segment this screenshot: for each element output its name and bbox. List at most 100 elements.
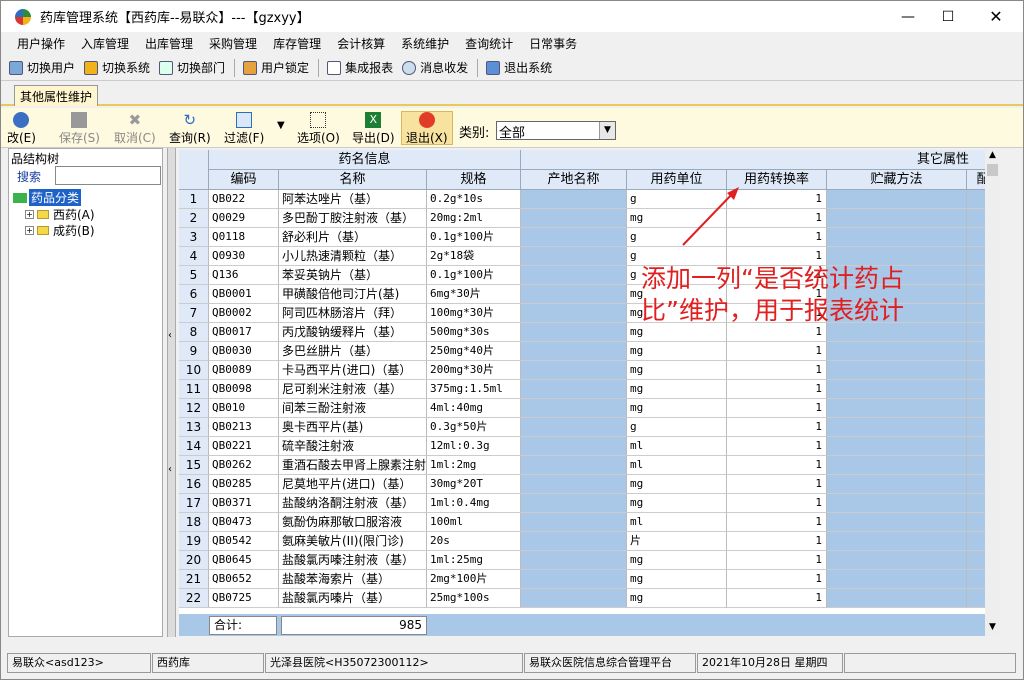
cell-spec[interactable]: 0.3g*50片 — [427, 418, 521, 437]
cell-rate[interactable]: 1 — [727, 456, 827, 475]
tree-item-patent[interactable]: + 成药(B) — [25, 222, 95, 239]
menu-outbound[interactable]: 出库管理 — [139, 35, 199, 52]
cell-code[interactable]: QB0725 — [209, 589, 279, 608]
table-row[interactable]: 18 QB0473 氨酚伪麻那敏口服溶液 100ml ml 1 — [179, 513, 1000, 532]
switch-system-button[interactable]: 切换系统 — [84, 59, 150, 76]
cell-origin[interactable] — [521, 228, 627, 247]
table-row[interactable]: 1 QB022 阿苯达唑片（基） 0.2g*10s g 1 — [179, 190, 1000, 209]
message-button[interactable]: 消息收发 — [402, 59, 468, 76]
cell-code[interactable]: Q0118 — [209, 228, 279, 247]
cell-origin[interactable] — [521, 209, 627, 228]
expand-icon[interactable]: + — [25, 210, 34, 219]
lock-user-button[interactable]: 用户锁定 — [243, 59, 309, 76]
cell-rate[interactable]: 1 — [727, 475, 827, 494]
cell-storage[interactable] — [827, 342, 967, 361]
cell-spec[interactable]: 12ml:0.3g — [427, 437, 521, 456]
cell-code[interactable]: QB0645 — [209, 551, 279, 570]
table-row[interactable]: 14 QB0221 硫辛酸注射液 12ml:0.3g ml 1 — [179, 437, 1000, 456]
cell-origin[interactable] — [521, 285, 627, 304]
query-button[interactable]: ↻ 查询(R) — [169, 112, 211, 146]
table-row[interactable]: 10 QB0089 卡马西平片(进口)（基） 200mg*30片 mg 1 — [179, 361, 1000, 380]
cell-storage[interactable] — [827, 475, 967, 494]
cell-storage[interactable] — [827, 532, 967, 551]
cell-unit[interactable]: mg — [627, 380, 727, 399]
switch-dept-button[interactable]: 切换部门 — [159, 59, 225, 76]
cell-origin[interactable] — [521, 342, 627, 361]
header-name[interactable]: 名称 — [279, 170, 427, 190]
cell-spec[interactable]: 25mg*100s — [427, 589, 521, 608]
cell-name[interactable]: 多巴酚丁胺注射液（基） — [279, 209, 427, 228]
expand-icon[interactable]: + — [25, 226, 34, 235]
cell-spec[interactable]: 0.1g*100片 — [427, 228, 521, 247]
tree-root[interactable]: 药品分类 — [13, 189, 82, 206]
cell-unit[interactable]: ml — [627, 513, 727, 532]
cell-storage[interactable] — [827, 513, 967, 532]
cell-name[interactable]: 阿司匹林肠溶片（拜） — [279, 304, 427, 323]
maximize-button[interactable]: ☐ — [925, 1, 971, 32]
table-row[interactable]: 12 QB010 间苯三酚注射液 4ml:40mg mg 1 — [179, 399, 1000, 418]
cell-code[interactable]: Q0930 — [209, 247, 279, 266]
cell-rate[interactable]: 1 — [727, 513, 827, 532]
cell-name[interactable]: 奥卡西平片(基) — [279, 418, 427, 437]
options-button[interactable]: 选项(O) — [297, 112, 340, 146]
cell-code[interactable]: QB0017 — [209, 323, 279, 342]
cell-unit[interactable]: mg — [627, 570, 727, 589]
cell-name[interactable]: 多巴丝肼片（基） — [279, 342, 427, 361]
cell-name[interactable]: 间苯三酚注射液 — [279, 399, 427, 418]
cell-code[interactable]: QB0371 — [209, 494, 279, 513]
filter-dropdown-arrow[interactable]: ▼ — [277, 120, 285, 131]
cell-unit[interactable]: ml — [627, 437, 727, 456]
cell-rate[interactable]: 1 — [727, 532, 827, 551]
cell-storage[interactable] — [827, 361, 967, 380]
cell-unit[interactable]: mg — [627, 551, 727, 570]
cell-name[interactable]: 卡马西平片(进口)（基） — [279, 361, 427, 380]
cell-name[interactable]: 尼可刹米注射液（基） — [279, 380, 427, 399]
cell-code[interactable]: Q136 — [209, 266, 279, 285]
cell-rate[interactable]: 1 — [727, 570, 827, 589]
cell-storage[interactable] — [827, 570, 967, 589]
menu-purchase[interactable]: 采购管理 — [203, 35, 263, 52]
cell-origin[interactable] — [521, 475, 627, 494]
cell-storage[interactable] — [827, 589, 967, 608]
cell-name[interactable]: 硫辛酸注射液 — [279, 437, 427, 456]
cell-storage[interactable] — [827, 190, 967, 209]
header-code[interactable]: 编码 — [209, 170, 279, 190]
cell-origin[interactable] — [521, 247, 627, 266]
cell-origin[interactable] — [521, 570, 627, 589]
filter-button[interactable]: 过滤(F) — [224, 112, 264, 146]
cell-code[interactable]: QB022 — [209, 190, 279, 209]
menu-inbound[interactable]: 入库管理 — [75, 35, 135, 52]
cell-spec[interactable]: 0.2g*10s — [427, 190, 521, 209]
cell-code[interactable]: QB0030 — [209, 342, 279, 361]
table-row[interactable]: 17 QB0371 盐酸纳洛酮注射液（基） 1ml:0.4mg mg 1 — [179, 494, 1000, 513]
cell-spec[interactable]: 250mg*40片 — [427, 342, 521, 361]
scroll-thumb[interactable] — [987, 164, 998, 176]
cell-origin[interactable] — [521, 456, 627, 475]
cell-name[interactable]: 甲磺酸倍他司汀片(基) — [279, 285, 427, 304]
header-storage[interactable]: 贮藏方法 — [827, 170, 967, 190]
cell-name[interactable]: 阿苯达唑片（基） — [279, 190, 427, 209]
cell-rate[interactable]: 1 — [727, 437, 827, 456]
cell-origin[interactable] — [521, 304, 627, 323]
export-button[interactable]: X 导出(D) — [352, 112, 395, 146]
cell-code[interactable]: QB0221 — [209, 437, 279, 456]
cell-name[interactable]: 盐酸苯海索片（基） — [279, 570, 427, 589]
cell-spec[interactable]: 1ml:25mg — [427, 551, 521, 570]
cell-origin[interactable] — [521, 437, 627, 456]
report-button[interactable]: 集成报表 — [327, 59, 393, 76]
menu-accounting[interactable]: 会计核算 — [331, 35, 391, 52]
menu-query[interactable]: 查询统计 — [459, 35, 519, 52]
cell-spec[interactable]: 6mg*30片 — [427, 285, 521, 304]
table-row[interactable]: 15 QB0262 重酒石酸去甲肾上腺素注射液 1ml:2mg ml 1 — [179, 456, 1000, 475]
vertical-scrollbar[interactable]: ▲ ▼ — [985, 150, 1000, 636]
cell-spec[interactable]: 4ml:40mg — [427, 399, 521, 418]
header-spec[interactable]: 规格 — [427, 170, 521, 190]
cell-storage[interactable] — [827, 456, 967, 475]
cell-code[interactable]: QB0098 — [209, 380, 279, 399]
table-row[interactable]: 22 QB0725 盐酸氯丙嗪片（基） 25mg*100s mg 1 — [179, 589, 1000, 608]
cell-code[interactable]: QB0213 — [209, 418, 279, 437]
save-button[interactable]: 保存(S) — [59, 112, 100, 146]
cell-unit[interactable]: mg — [627, 475, 727, 494]
cell-code[interactable]: Q0029 — [209, 209, 279, 228]
tree-item-western[interactable]: + 西药(A) — [25, 206, 95, 223]
